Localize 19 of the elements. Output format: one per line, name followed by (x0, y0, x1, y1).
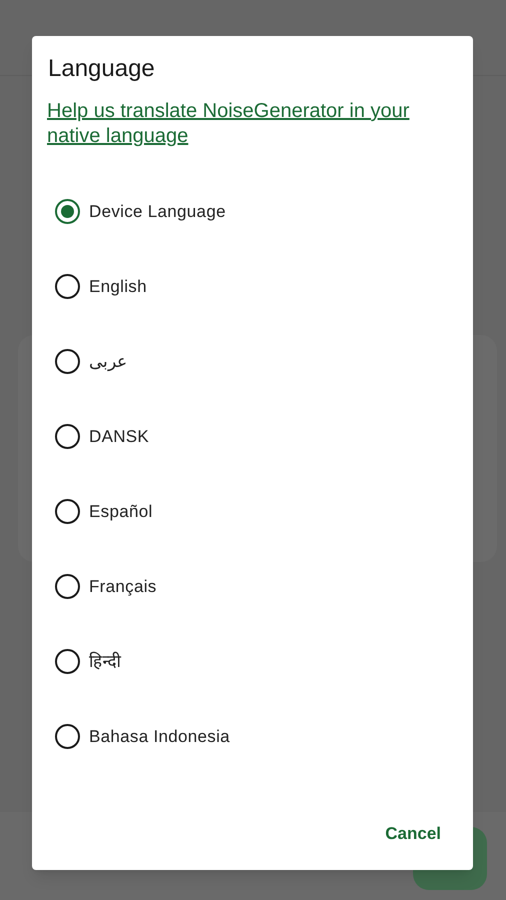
radio-button[interactable] (55, 574, 80, 599)
language-label[interactable]: हिन्दी (89, 648, 121, 674)
cancel-button[interactable]: Cancel (379, 816, 447, 850)
radio-button[interactable] (55, 499, 80, 524)
dialog-title: Language (48, 54, 155, 84)
language-label[interactable]: Français (89, 574, 157, 600)
radio-button[interactable] (55, 649, 80, 674)
radio-button[interactable] (55, 424, 80, 449)
radio-button[interactable] (55, 724, 80, 749)
language-label[interactable]: عربى (89, 348, 127, 374)
radio-button[interactable] (55, 349, 80, 374)
radio-button[interactable] (55, 274, 80, 299)
language-label[interactable]: Bahasa Indonesia (89, 724, 230, 750)
language-label[interactable]: Device Language (89, 198, 226, 224)
language-label[interactable]: DANSK (89, 424, 150, 450)
radio-button[interactable] (55, 199, 80, 224)
language-label[interactable]: English (89, 274, 147, 300)
language-label[interactable]: Español (89, 498, 153, 524)
translate-link[interactable]: Help us translate NoiseGenerator in your native language (47, 99, 433, 149)
